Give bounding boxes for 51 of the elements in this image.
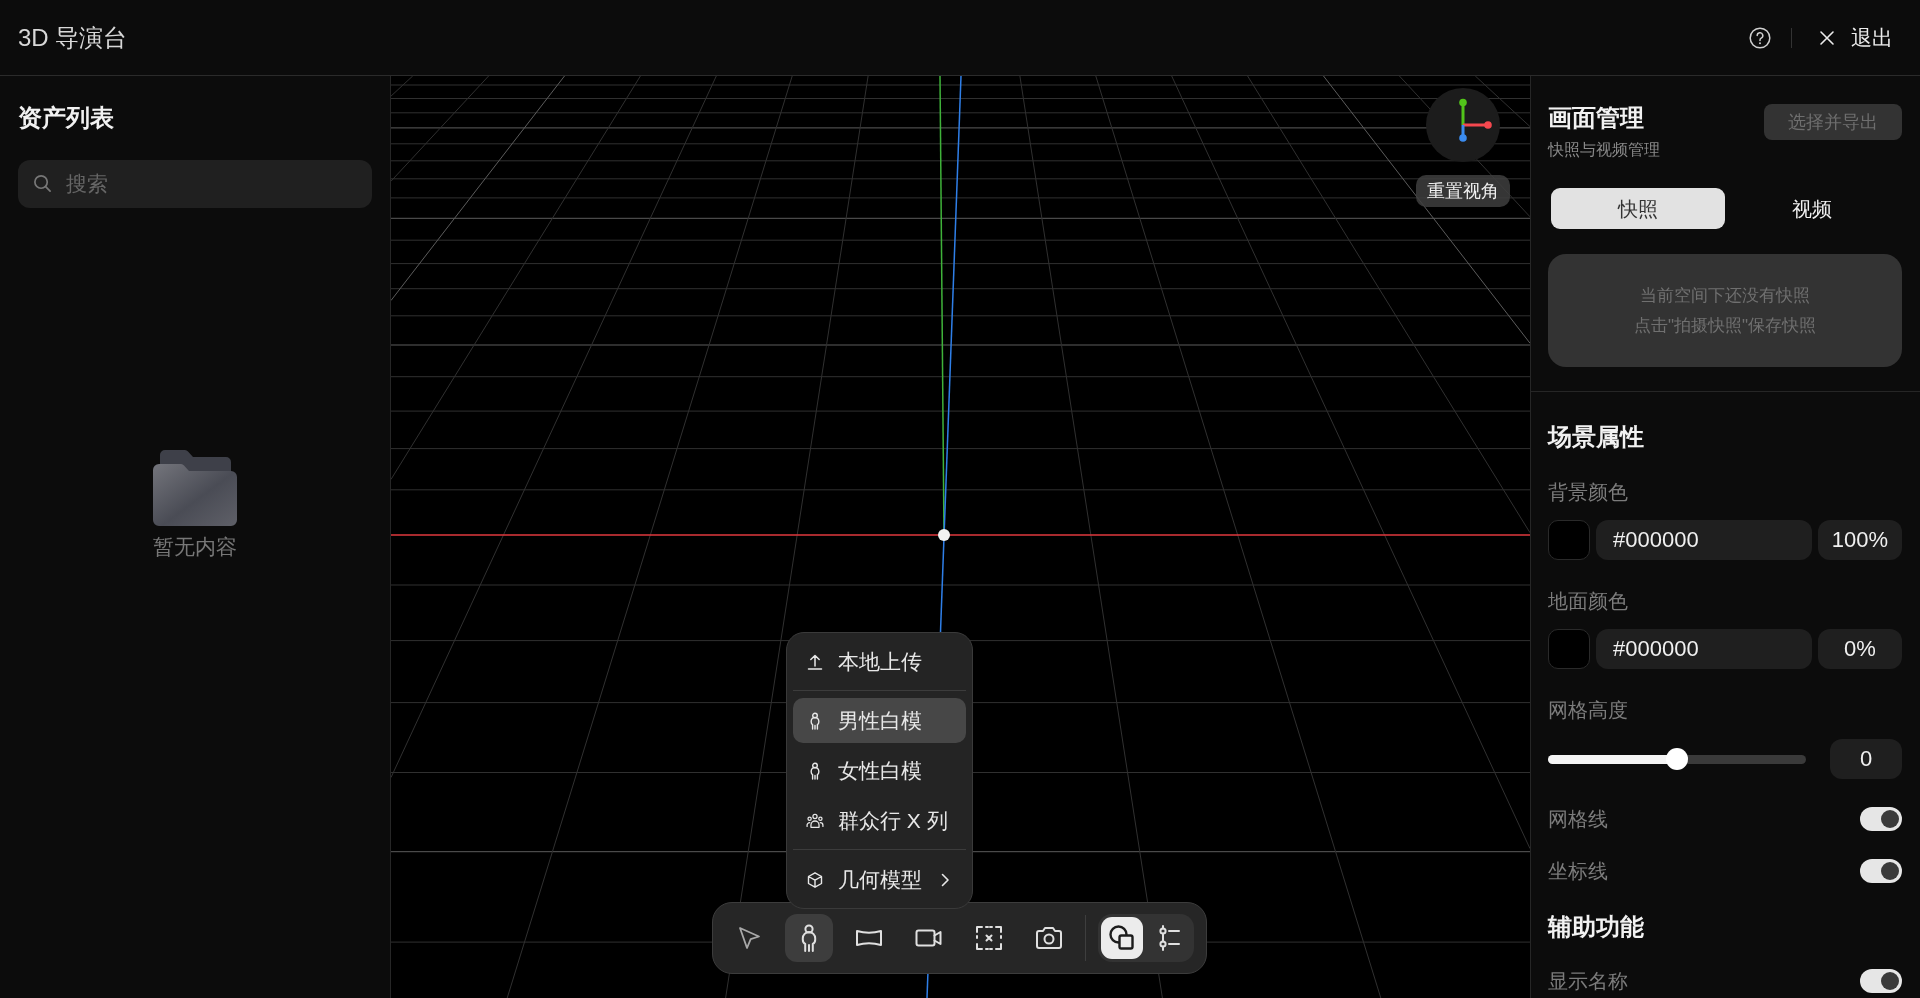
people-icon: [806, 811, 824, 830]
upload-icon: [806, 652, 824, 671]
hex-field[interactable]: #000000: [1596, 520, 1812, 560]
section-title: 辅助功能: [1548, 913, 1645, 941]
menu-item[interactable]: 男性白模: [793, 698, 966, 743]
toggle-switch[interactable]: [1860, 969, 1902, 993]
menu-item[interactable]: 群众行 X 列: [793, 798, 966, 843]
section-title: 场景属性: [1548, 423, 1645, 451]
reset-view-button[interactable]: 重置视角: [1416, 175, 1510, 207]
tab[interactable]: 快照: [1551, 188, 1725, 229]
value-field[interactable]: 0: [1830, 739, 1902, 779]
color-swatch-icon[interactable]: [1548, 520, 1590, 560]
empty-message: 当前空间下还没有快照: [1640, 284, 1810, 307]
tool-button[interactable]: [785, 914, 833, 962]
field-label: 背景颜色: [1548, 480, 1629, 504]
color-swatch-icon[interactable]: [1548, 629, 1590, 669]
field-label: 地面颜色: [1548, 589, 1629, 613]
empty-state-text: 暂无内容: [153, 534, 237, 560]
empty-message: 点击"拍摄快照"保存快照: [1633, 314, 1817, 337]
slider-track[interactable]: [1548, 754, 1806, 764]
panel-subtitle: 快照与视频管理: [1548, 140, 1660, 160]
slider-thumb[interactable]: [1666, 748, 1688, 770]
opacity-field[interactable]: 0%: [1818, 629, 1902, 669]
opacity-field[interactable]: 100%: [1818, 520, 1902, 560]
cube-icon: [806, 870, 824, 889]
menu-item[interactable]: 女性白模: [793, 748, 966, 793]
panel-title: 资产列表: [18, 104, 115, 132]
panel-title: 画面管理: [1548, 104, 1645, 132]
origin-point-icon: [938, 529, 950, 541]
folder-icon: [153, 450, 237, 526]
tab[interactable]: 视频: [1725, 188, 1899, 229]
search-icon: [33, 174, 52, 193]
mode-button[interactable]: [1101, 917, 1143, 959]
toggle-switch[interactable]: [1860, 859, 1902, 883]
field-label: 显示名称: [1548, 969, 1628, 993]
focus-frame-icon: [974, 923, 1004, 953]
help-icon[interactable]: [1749, 26, 1771, 49]
close-icon: [1819, 29, 1835, 46]
field-label: 网格高度: [1548, 698, 1629, 722]
field-label: 网格线: [1548, 807, 1608, 831]
chevron-right-icon: [940, 871, 950, 888]
search-field[interactable]: 搜索: [18, 160, 372, 208]
overlapping-shapes-icon: [1107, 923, 1137, 953]
exit-button[interactable]: 退出: [1819, 24, 1893, 51]
menu-item[interactable]: 几何模型: [793, 857, 966, 902]
app-title: 3D 导演台: [18, 22, 128, 53]
axis-gizmo-icon[interactable]: [1426, 88, 1500, 162]
menu-item[interactable]: 本地上传: [793, 639, 966, 684]
field-label: 坐标线: [1548, 859, 1608, 883]
hex-field[interactable]: #000000: [1596, 629, 1812, 669]
toggle-switch[interactable]: [1860, 807, 1902, 831]
